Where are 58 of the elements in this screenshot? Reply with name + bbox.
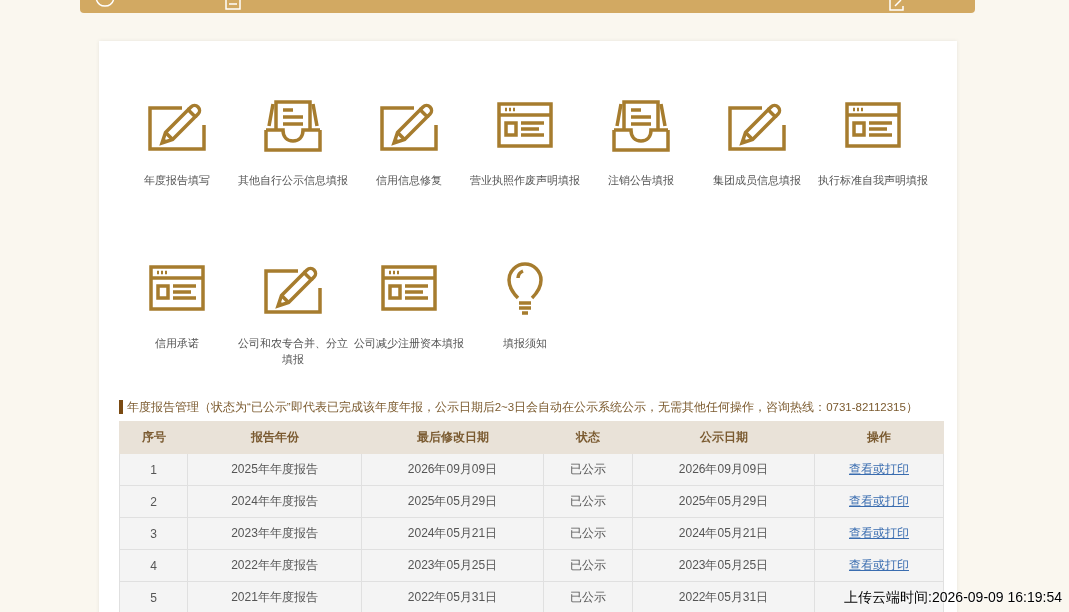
table-cell: 2025年05月29日 bbox=[632, 485, 815, 518]
service-tile[interactable]: 信用承诺 bbox=[119, 260, 235, 367]
service-tile[interactable]: 公司减少注册资本填报 bbox=[351, 260, 467, 367]
table-cell: 2024年05月21日 bbox=[632, 517, 815, 550]
table-cell: 已公示 bbox=[543, 517, 633, 550]
form-window-icon bbox=[845, 102, 901, 148]
service-tile[interactable]: 集团成员信息填报 bbox=[699, 97, 815, 188]
service-tile[interactable]: 公司和农专合并、分立填报 bbox=[235, 260, 351, 367]
table-cell: 2022年05月31日 bbox=[361, 581, 544, 612]
view-print-link[interactable]: 查看或打印 bbox=[849, 558, 909, 572]
column-header: 报告年份 bbox=[187, 421, 362, 454]
upload-timestamp: 上传云端时间:2026-09-09 16:19:54 bbox=[844, 589, 1062, 607]
table-cell: 4 bbox=[119, 549, 188, 582]
table-cell: 2021年年度报告 bbox=[187, 581, 362, 612]
column-header: 最后修改日期 bbox=[361, 421, 544, 454]
table-cell: 2026年09月09日 bbox=[632, 453, 815, 486]
service-tile[interactable]: 营业执照作废声明填报 bbox=[467, 97, 583, 188]
table-cell: 5 bbox=[119, 581, 188, 612]
form-window-icon bbox=[381, 265, 437, 311]
table-cell: 已公示 bbox=[543, 485, 633, 518]
view-print-link[interactable]: 查看或打印 bbox=[849, 526, 909, 540]
table-cell: 2023年05月25日 bbox=[361, 549, 544, 582]
table-cell: 已公示 bbox=[543, 549, 633, 582]
table-cell: 2023年年度报告 bbox=[187, 517, 362, 550]
table-cell: 2025年05月29日 bbox=[361, 485, 544, 518]
document-icon[interactable] bbox=[225, 0, 241, 10]
ring-icon bbox=[95, 0, 115, 10]
column-header: 公示日期 bbox=[632, 421, 815, 454]
column-header: 序号 bbox=[119, 421, 188, 454]
table-cell: 已公示 bbox=[543, 453, 633, 486]
lightbulb-icon bbox=[507, 260, 543, 316]
service-tile[interactable]: 注销公告填报 bbox=[583, 97, 699, 188]
form-window-icon bbox=[149, 265, 205, 311]
table-cell: 2022年05月31日 bbox=[632, 581, 815, 612]
column-header: 状态 bbox=[543, 421, 633, 454]
table-cell: 1 bbox=[119, 453, 188, 486]
view-print-link[interactable]: 查看或打印 bbox=[849, 494, 909, 508]
service-tile[interactable]: 其他自行公示信息填报 bbox=[235, 97, 351, 188]
section-heading: 年度报告管理（状态为“已公示”即代表已完成该年度年报，公示日期后2~3日会自动在公示系统公示，无需其他任何操作，咨询热线：0731-82112315） bbox=[119, 400, 937, 414]
table-cell: 已公示 bbox=[543, 581, 633, 612]
table-cell: 2023年05月25日 bbox=[632, 549, 815, 582]
document-tray-icon bbox=[612, 98, 670, 152]
view-print-link[interactable]: 查看或打印 bbox=[849, 462, 909, 476]
document-tray-icon bbox=[264, 98, 322, 152]
edit-icon[interactable] bbox=[889, 0, 905, 11]
table-cell: 2026年09月09日 bbox=[361, 453, 544, 486]
form-window-icon bbox=[497, 102, 553, 148]
service-tile[interactable]: 信用信息修复 bbox=[351, 97, 467, 188]
table-cell: 2024年05月21日 bbox=[361, 517, 544, 550]
table-cell: 2022年年度报告 bbox=[187, 549, 362, 582]
service-tile[interactable]: 填报须知 bbox=[467, 260, 583, 367]
table-cell: 2024年年度报告 bbox=[187, 485, 362, 518]
table-cell: 2025年年度报告 bbox=[187, 453, 362, 486]
service-tile[interactable]: 年度报告填写 bbox=[119, 97, 235, 188]
service-tile[interactable]: 执行标准自我声明填报 bbox=[815, 97, 931, 188]
table-cell: 3 bbox=[119, 517, 188, 550]
column-header: 操作 bbox=[814, 421, 944, 454]
table-cell: 2 bbox=[119, 485, 188, 518]
